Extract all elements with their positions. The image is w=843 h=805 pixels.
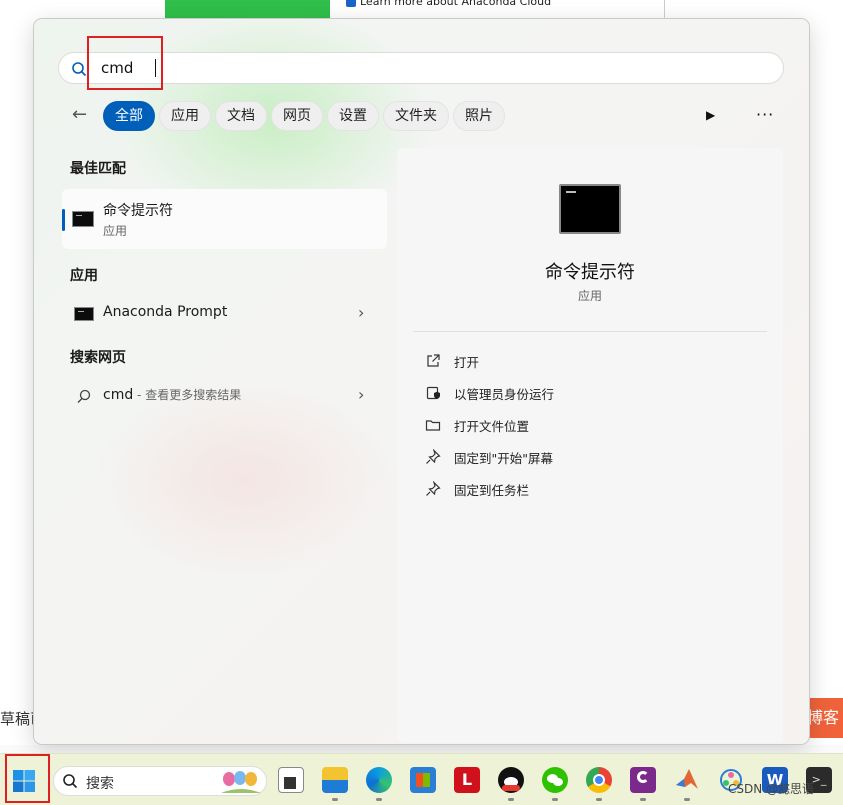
edge-icon[interactable] <box>366 767 392 793</box>
action-run-as-admin[interactable]: 以管理员身份运行 <box>425 383 554 403</box>
search-icon <box>77 389 91 403</box>
action-open[interactable]: 打开 <box>425 351 479 371</box>
play-icon[interactable]: ▶ <box>706 108 722 124</box>
pin-icon <box>426 449 441 464</box>
pdf-icon[interactable] <box>630 767 656 793</box>
taskbar-search[interactable]: 搜索 <box>53 766 267 796</box>
cmd-icon <box>72 211 94 227</box>
watermark: CSDN @懿思语 <box>728 782 815 796</box>
chrome-icon[interactable] <box>586 767 612 793</box>
highlight-box-search <box>87 36 163 90</box>
pin-icon <box>426 481 441 496</box>
cmd-large-icon <box>559 184 621 234</box>
detail-pane: 命令提示符 应用 打开 以管理员身份运行 打开文件位置 固定到"开始"屏幕 固定… <box>397 148 783 743</box>
web-search-query: cmd - 查看更多搜索结果 <box>103 387 242 403</box>
action-open-file-location[interactable]: 打开文件位置 <box>425 415 529 435</box>
running-indicator <box>684 798 690 801</box>
matlab-icon[interactable] <box>674 767 700 793</box>
web-search-heading: 搜索网页 <box>70 350 126 366</box>
task-view-icon[interactable] <box>278 767 304 793</box>
search-icon <box>63 774 78 789</box>
background-link[interactable]: Learn more about Anaconda Cloud <box>346 0 551 8</box>
file-explorer-icon[interactable] <box>322 767 348 793</box>
best-match-type: 应用 <box>103 224 128 238</box>
running-indicator <box>640 798 646 801</box>
background-publish-button[interactable]: 博客 <box>803 698 843 738</box>
store-icon[interactable] <box>410 767 436 793</box>
back-arrow-icon[interactable]: ← <box>72 105 92 125</box>
balloons-icon <box>221 771 261 793</box>
running-indicator <box>376 798 382 801</box>
wechat-icon[interactable] <box>542 767 568 793</box>
action-pin-to-taskbar[interactable]: 固定到任务栏 <box>425 479 529 499</box>
filter-web[interactable]: 网页 <box>271 101 323 131</box>
l-app-icon[interactable]: L <box>454 767 480 793</box>
best-match-item[interactable]: 命令提示符 应用 <box>62 189 387 249</box>
qq-icon[interactable] <box>498 767 524 793</box>
web-search-item[interactable]: cmd - 查看更多搜索结果 › <box>62 381 387 411</box>
open-external-icon <box>427 354 440 367</box>
folder-icon <box>425 420 441 431</box>
filter-all[interactable]: 全部 <box>103 101 155 131</box>
filter-photos[interactable]: 照片 <box>453 101 505 131</box>
apps-heading: 应用 <box>70 268 98 284</box>
filter-apps[interactable]: 应用 <box>159 101 211 131</box>
app-item-anaconda-prompt[interactable]: Anaconda Prompt › <box>62 299 387 329</box>
running-indicator <box>596 798 602 801</box>
windows-start-icon[interactable] <box>12 769 36 793</box>
web-search-hint: - 查看更多搜索结果 <box>133 388 242 402</box>
running-indicator <box>332 798 338 801</box>
filter-folders[interactable]: 文件夹 <box>383 101 449 131</box>
app-item-label: Anaconda Prompt <box>103 304 228 320</box>
search-icon <box>72 62 87 77</box>
taskbar: 搜索 L W >_ CSDN @懿思语 <box>0 753 843 805</box>
anaconda-prompt-icon <box>74 307 94 321</box>
filter-documents[interactable]: 文档 <box>215 101 267 131</box>
background-strip <box>0 745 843 753</box>
detail-title: 命令提示符 <box>545 262 635 283</box>
search-input[interactable]: cmd <box>58 52 784 84</box>
shield-icon <box>426 386 440 400</box>
best-match-heading: 最佳匹配 <box>70 161 126 177</box>
filter-chips: 全部 应用 文档 网页 设置 文件夹 照片 <box>103 101 505 131</box>
detail-type: 应用 <box>577 289 602 303</box>
checkbox-icon <box>346 0 356 7</box>
taskbar-search-placeholder: 搜索 <box>86 776 114 792</box>
best-match-name: 命令提示符 <box>103 203 173 219</box>
action-pin-to-start[interactable]: 固定到"开始"屏幕 <box>425 447 553 467</box>
filter-settings[interactable]: 设置 <box>327 101 379 131</box>
selection-indicator <box>62 209 65 231</box>
chevron-right-icon[interactable]: › <box>358 303 364 322</box>
search-panel: cmd ← 全部 应用 文档 网页 设置 文件夹 照片 ▶ ··· 最佳匹配 命… <box>34 9 809 744</box>
running-indicator <box>552 798 558 801</box>
more-icon[interactable]: ··· <box>756 105 776 125</box>
divider <box>413 331 767 332</box>
running-indicator <box>508 798 514 801</box>
chevron-right-icon[interactable]: › <box>358 385 364 404</box>
